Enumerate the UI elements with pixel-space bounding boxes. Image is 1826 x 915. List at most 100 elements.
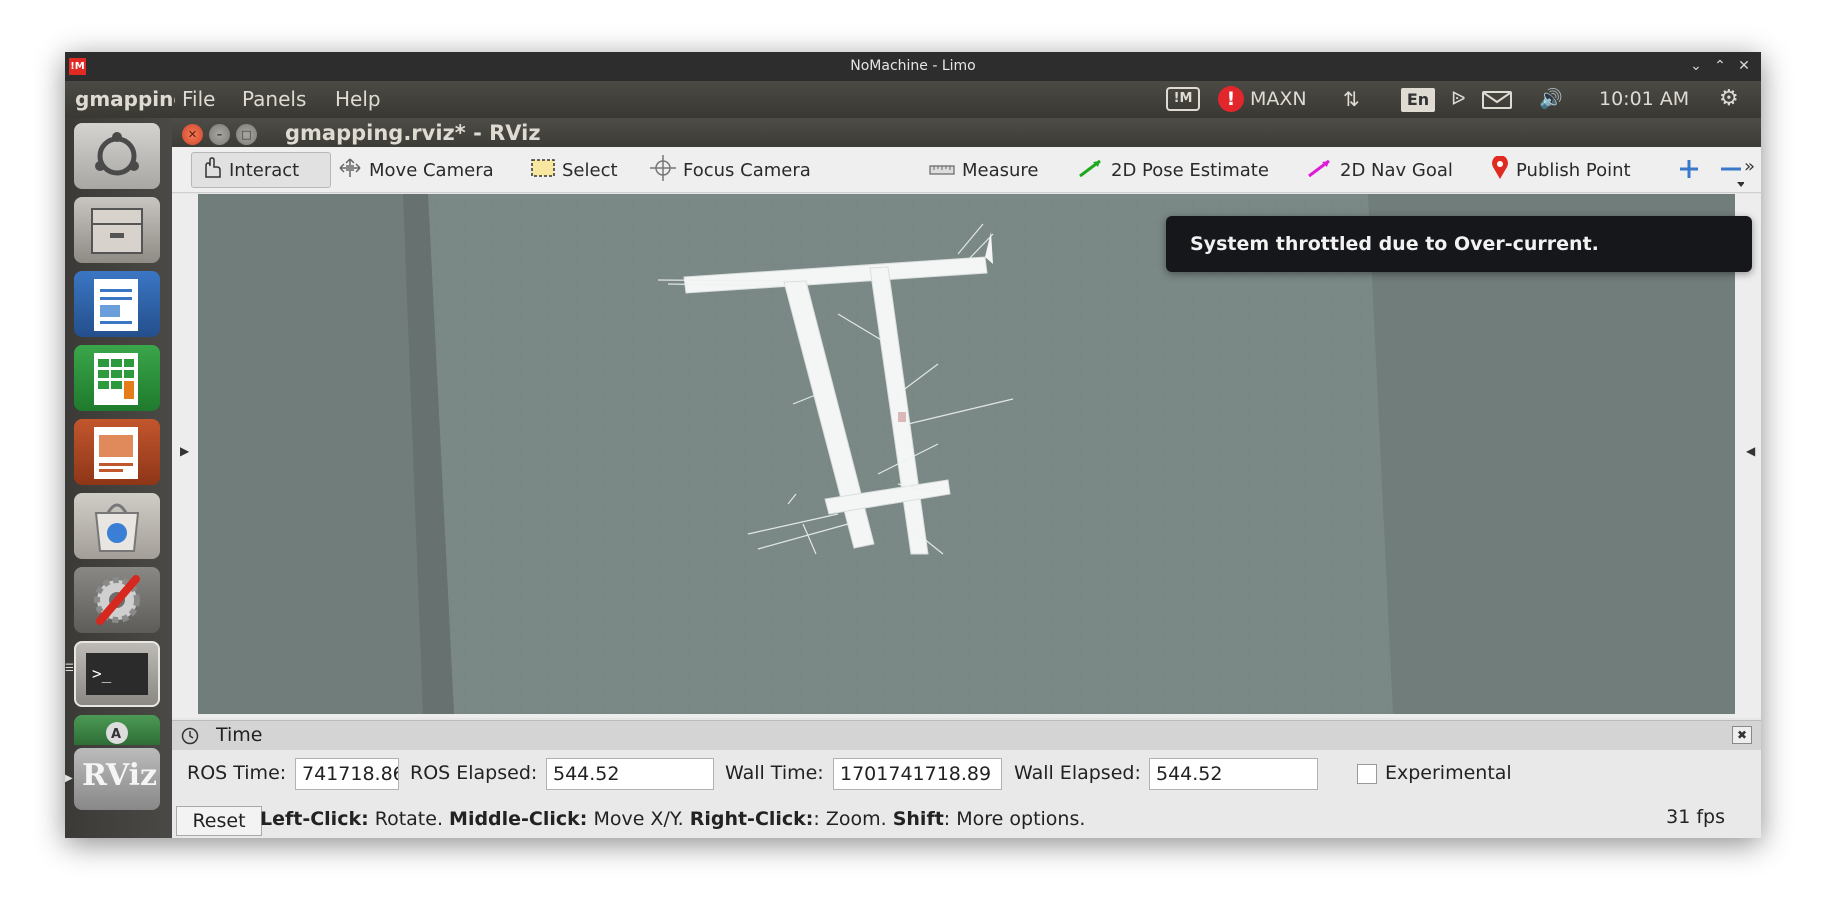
nomachine-titlebar[interactable]: !M NoMachine - Limo ⌄ ⌃ ✕ xyxy=(65,52,1761,81)
wall-time-field[interactable]: 1701741718.89 xyxy=(833,758,1002,790)
hint-middle-key: Middle-Click: xyxy=(449,808,588,830)
ros-time-label: ROS Time: xyxy=(187,762,287,784)
tool-label: 2D Nav Goal xyxy=(1340,159,1453,181)
keyboard-layout[interactable]: En xyxy=(1401,88,1435,112)
chevron-down-icon[interactable]: ⌄ xyxy=(1685,55,1707,77)
tool-select[interactable]: Select xyxy=(531,152,618,188)
focus-camera-icon xyxy=(650,154,676,186)
pink-arrow-icon xyxy=(1307,158,1333,183)
bluetooth-icon[interactable]: ᐉ xyxy=(1451,86,1466,112)
settings-gear-icon[interactable]: ⚙ xyxy=(1719,86,1739,112)
wall-elapsed-field[interactable]: 544.52 xyxy=(1149,758,1318,790)
svg-text:>_: >_ xyxy=(92,664,112,683)
software-center-icon[interactable] xyxy=(74,493,160,559)
terminal-icon[interactable]: >_ xyxy=(74,641,160,707)
tool-label: Focus Camera xyxy=(683,159,811,181)
tool-move-camera[interactable]: Move Camera xyxy=(338,152,494,188)
add-tool-icon[interactable] xyxy=(1678,158,1700,184)
maximize-window-icon[interactable]: □ xyxy=(236,124,257,145)
time-panel-title: Time xyxy=(216,724,263,746)
wall-time-label: Wall Time: xyxy=(725,762,824,784)
ubuntu-dash-icon[interactable] xyxy=(74,123,160,189)
map-pin-icon xyxy=(1491,154,1509,185)
tool-publish-point[interactable]: Publish Point xyxy=(1491,152,1631,188)
tool-label: 2D Pose Estimate xyxy=(1111,159,1269,181)
volume-icon[interactable]: 🔊 xyxy=(1539,86,1563,112)
app-name: gmapping xyxy=(75,87,175,111)
power-mode-indicator[interactable]: MAXN xyxy=(1250,86,1307,112)
impress-icon[interactable] xyxy=(74,419,160,485)
tool-2d-nav-goal[interactable]: 2D Nav Goal xyxy=(1307,152,1453,188)
tool-label: Measure xyxy=(962,159,1039,181)
tool-label: Move Camera xyxy=(369,159,494,181)
menu-help[interactable]: Help xyxy=(335,87,381,111)
hint-left-val: Rotate. xyxy=(368,808,450,830)
experimental-checkbox[interactable] xyxy=(1357,764,1377,784)
ros-elapsed-field[interactable]: 544.52 xyxy=(546,758,714,790)
wall-elapsed-label: Wall Elapsed: xyxy=(1014,762,1141,784)
active-app-arrow-icon: ▶ xyxy=(65,773,73,784)
occupancy-map xyxy=(403,194,1393,714)
rviz-launcher-label: RViz xyxy=(82,758,158,793)
network-icon[interactable]: ⇅ xyxy=(1343,86,1360,112)
app-icon-partial[interactable]: A xyxy=(74,715,160,745)
reset-button[interactable]: Reset xyxy=(176,806,262,836)
hand-icon xyxy=(200,156,222,184)
rviz-title: gmapping.rviz* - RViz xyxy=(285,121,541,145)
alert-icon[interactable]: ! xyxy=(1218,86,1244,112)
time-panel-header[interactable]: Time ✖ xyxy=(172,720,1761,750)
close-icon[interactable]: ✕ xyxy=(1733,55,1755,77)
ros-time-field[interactable]: 741718.86 xyxy=(295,758,399,790)
minimize-window-icon[interactable]: – xyxy=(209,124,230,145)
tool-interact[interactable]: Interact xyxy=(191,152,331,188)
window-title: NoMachine - Limo xyxy=(850,58,976,74)
nomachine-window: !M NoMachine - Limo ⌄ ⌃ ✕ gmapping File … xyxy=(65,52,1761,838)
ubuntu-top-panel: gmapping File Panels Help !M ! MAXN ⇅ En… xyxy=(65,81,1761,118)
files-icon[interactable] xyxy=(74,197,160,263)
rviz-viewport-container: ▶ ◀ xyxy=(172,194,1761,718)
system-settings-icon[interactable] xyxy=(74,567,160,633)
rviz-launcher-icon[interactable]: RViz xyxy=(74,748,160,810)
hint-shift-key: Shift xyxy=(892,808,944,830)
running-indicator-icon: ☰ xyxy=(65,663,74,674)
remove-tool-icon[interactable] xyxy=(1718,158,1745,192)
chevron-up-icon[interactable]: ⌃ xyxy=(1709,55,1731,77)
rviz-titlebar[interactable]: ✕ – □ gmapping.rviz* - RViz xyxy=(172,118,1761,147)
writer-icon[interactable] xyxy=(74,271,160,337)
ruler-icon xyxy=(929,160,955,181)
hint-left-key: Left-Click: xyxy=(260,808,369,830)
unity-launcher: >_ ☰ A RViz ▶ xyxy=(65,118,172,838)
experimental-label: Experimental xyxy=(1385,762,1512,784)
tool-label: Publish Point xyxy=(1516,159,1631,181)
calc-icon[interactable] xyxy=(74,345,160,411)
ros-elapsed-label: ROS Elapsed: xyxy=(410,762,538,784)
tool-measure[interactable]: Measure xyxy=(929,152,1039,188)
mail-icon[interactable] xyxy=(1482,91,1512,109)
right-panel-toggle-icon[interactable]: ◀ xyxy=(1746,444,1755,458)
clock[interactable]: 10:01 AM xyxy=(1599,86,1689,112)
nomachine-tray-icon[interactable]: !M xyxy=(1166,87,1200,111)
close-panel-icon[interactable]: ✖ xyxy=(1732,726,1752,744)
svg-text:A: A xyxy=(111,727,121,742)
close-window-icon[interactable]: ✕ xyxy=(182,124,203,145)
rviz-toolbar: Interact Move Camera Select Focus Camera xyxy=(172,147,1761,193)
left-panel-toggle-icon[interactable]: ▶ xyxy=(180,444,189,458)
rviz-window: ✕ – □ gmapping.rviz* - RViz Interact Mov… xyxy=(172,118,1761,838)
green-arrow-icon xyxy=(1078,158,1104,183)
hint-right-val: : Zoom. xyxy=(813,808,893,830)
hint-middle-val: Move X/Y. xyxy=(587,808,690,830)
tool-focus-camera[interactable]: Focus Camera xyxy=(650,152,811,188)
move-camera-icon xyxy=(338,157,362,183)
hint-right-key: Right-Click: xyxy=(689,808,814,830)
menu-panels[interactable]: Panels xyxy=(242,87,306,111)
time-panel: Time ✖ ROS Time: 741718.86 ROS Elapsed: … xyxy=(172,720,1761,838)
clock-icon xyxy=(181,727,199,749)
hint-shift-val: : More options. xyxy=(943,808,1086,830)
3d-view[interactable] xyxy=(198,194,1735,714)
tool-2d-pose-estimate[interactable]: 2D Pose Estimate xyxy=(1078,152,1269,188)
menu-file[interactable]: File xyxy=(182,87,215,111)
notification-toast: System throttled due to Over-current. xyxy=(1166,216,1752,272)
interaction-hint: Left-Click: Rotate. Middle-Click: Move X… xyxy=(260,808,1085,830)
select-icon xyxy=(531,158,555,182)
toolbar-overflow-icon[interactable]: » xyxy=(1744,156,1755,177)
